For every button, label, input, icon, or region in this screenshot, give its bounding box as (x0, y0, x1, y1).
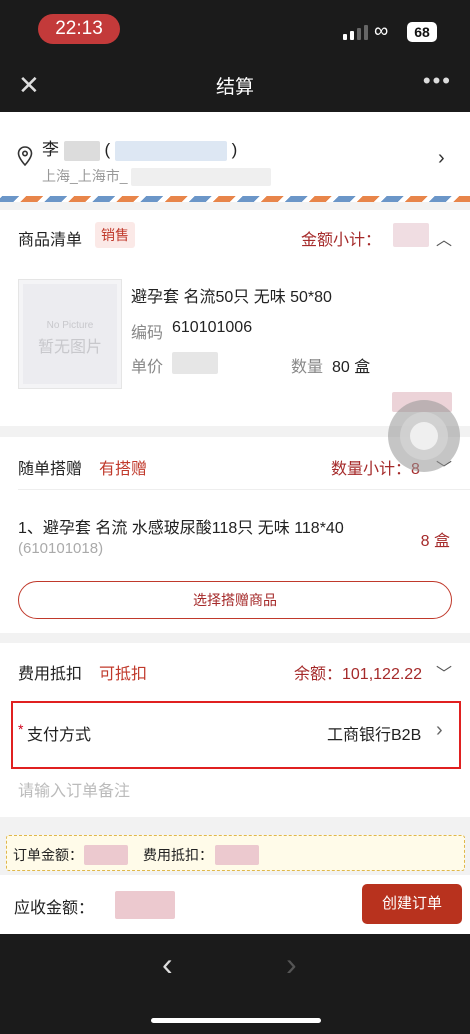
page-title: 结算 (215, 77, 254, 98)
create-order-button[interactable]: 创建订单 (362, 884, 462, 924)
blurred-price (172, 352, 218, 374)
status-bar: 22:13 ∞ 68 (0, 0, 470, 60)
code-label: 编码 (131, 325, 164, 342)
divider (18, 489, 470, 490)
blurred-phone (114, 140, 227, 161)
address-stripe (0, 196, 470, 202)
gift-item-name: 1、避孕套 名流 水感玻尿酸118只 无味 118*40 (18, 520, 344, 537)
select-gift-button[interactable]: 选择搭赠商品 (18, 581, 452, 619)
chevron-down-icon[interactable]: ﹀ (436, 660, 452, 684)
fee-deduct-label: 费用抵扣： (143, 847, 213, 863)
blurred-receivable (115, 891, 175, 919)
address-detail: 上海_上海市_ (42, 166, 272, 187)
product-name: 避孕套 名流50只 无味 50*80 (131, 289, 332, 306)
location-pin-icon (17, 146, 33, 166)
chevron-right-icon[interactable]: › (438, 147, 445, 170)
assistive-touch-button[interactable] (388, 400, 460, 472)
battery-icon: 68 (407, 22, 437, 42)
gift-tag: 有搭赠 (99, 461, 148, 478)
product-thumbnail: No Picture 暂无图片 (18, 279, 122, 389)
sale-badge: 销售 (95, 222, 135, 248)
blurred-fee-amount (215, 845, 259, 865)
order-amount-label: 订单金额： (13, 847, 83, 863)
qty-label: 数量 (291, 359, 324, 376)
chevron-right-icon[interactable]: › (436, 719, 443, 742)
fee-title: 费用抵扣 (18, 666, 83, 683)
more-icon[interactable]: ••• (423, 68, 452, 94)
status-time: 22:13 (38, 14, 120, 44)
blurred-order-amount (84, 845, 128, 865)
gift-item-qty: 8 盒 (420, 533, 450, 550)
product-qty: 80 盒 (332, 359, 371, 376)
blurred-address (131, 168, 272, 187)
gift-title: 随单搭赠 (18, 461, 83, 478)
fee-tag: 可抵扣 (99, 666, 148, 683)
receivable-label: 应收金额： (14, 900, 95, 917)
blurred-subtotal (393, 223, 429, 247)
signal-icon (343, 25, 368, 40)
product-code: 610101006 (172, 319, 253, 336)
home-indicator (151, 1018, 321, 1023)
required-mark: * (18, 721, 24, 737)
fee-balance: 余额：101,122.22 (294, 666, 423, 683)
amount-subtotal-label: 金额小计： (301, 232, 382, 249)
address-contact: 李 ( ) (42, 140, 238, 161)
payment-value: 工商银行B2B (327, 727, 422, 744)
price-label: 单价 (131, 359, 164, 376)
chevron-up-icon[interactable]: ︿ (436, 226, 452, 250)
payment-label: 支付方式 (27, 727, 92, 744)
back-arrow-icon[interactable]: ‹ (162, 946, 173, 983)
gift-item-code: (610101018) (18, 540, 104, 557)
goods-title: 商品清单 (18, 232, 83, 249)
link-icon: ∞ (374, 20, 389, 42)
order-remark-input[interactable]: 请输入订单备注 (18, 777, 130, 801)
blurred-name (63, 140, 100, 161)
forward-arrow-icon[interactable]: › (286, 946, 297, 983)
nav-bar: ✕ 结算 ••• (0, 60, 470, 112)
